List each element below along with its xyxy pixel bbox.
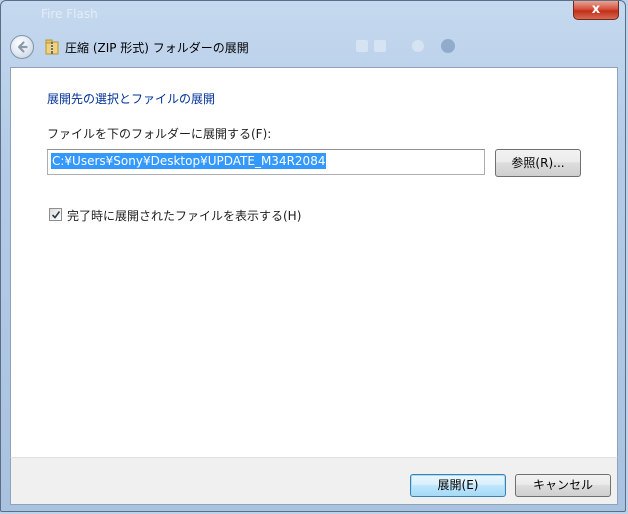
show-files-checkbox[interactable]	[49, 208, 62, 221]
destination-label: ファイルを下のフォルダーに展開する(F):	[47, 127, 272, 141]
background-toolbar-icons	[356, 35, 466, 57]
cancel-button[interactable]: キャンセル	[515, 474, 611, 497]
wizard-navigation-bar: 圧縮 (ZIP 形式) フォルダーの展開	[1, 27, 625, 67]
back-button[interactable]	[10, 35, 34, 59]
wizard-title: 圧縮 (ZIP 形式) フォルダーの展開	[65, 41, 249, 55]
extract-wizard-window: Fire Flash x 圧縮 (ZIP 形式) フォルダーの展開 展開先の選択…	[0, 0, 626, 512]
close-button[interactable]: x	[573, 1, 619, 20]
browse-button[interactable]: 参照(R)...	[495, 149, 581, 177]
destination-path-value: C:¥Users¥Sony¥Desktop¥UPDATE_M34R2084	[51, 153, 327, 169]
show-files-label: 完了時に展開されたファイルを表示する(H)	[67, 209, 302, 223]
page-heading: 展開先の選択とファイルの展開	[47, 92, 216, 106]
background-window-title: Fire Flash	[41, 7, 98, 21]
wizard-footer: 展開(E) キャンセル	[10, 457, 618, 505]
destination-path-input[interactable]: C:¥Users¥Sony¥Desktop¥UPDATE_M34R2084	[47, 149, 485, 175]
extract-button[interactable]: 展開(E)	[410, 474, 506, 497]
zip-folder-icon	[45, 39, 59, 55]
wizard-content-pane: 展開先の選択とファイルの展開 ファイルを下のフォルダーに展開する(F): C:¥…	[10, 67, 618, 457]
